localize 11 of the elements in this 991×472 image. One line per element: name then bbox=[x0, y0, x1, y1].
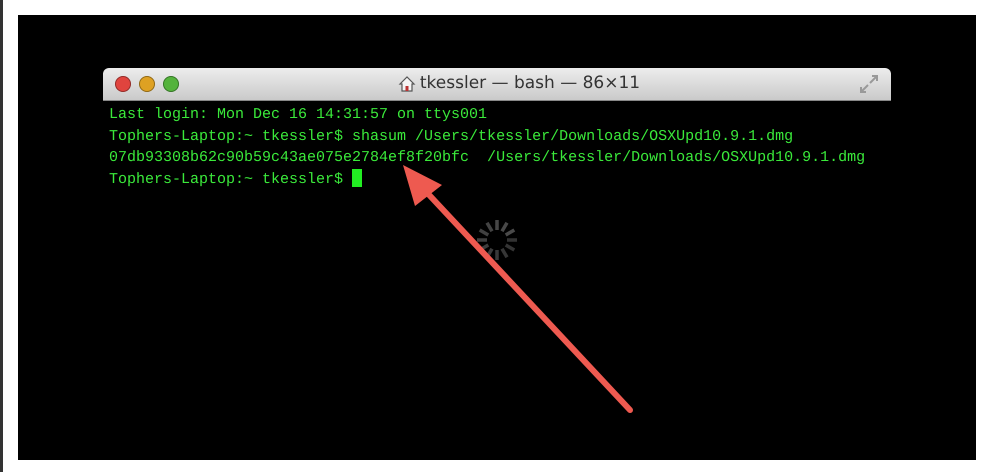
terminal-line: Tophers-Laptop:~ tkessler$ bbox=[109, 170, 344, 188]
close-button[interactable] bbox=[115, 76, 131, 92]
terminal-line: 07db93308b62c90b59c43ae075e2784ef8f20bfc /Users/tkessler/Downloads/OSXUpd10.9.1.dmg bbox=[109, 149, 866, 166]
loading-spinner-icon bbox=[477, 220, 517, 260]
minimize-button[interactable] bbox=[139, 76, 155, 92]
terminal-line: Last login: Mon Dec 16 14:31:57 on ttys001 bbox=[109, 106, 488, 123]
zoom-button[interactable] bbox=[163, 76, 179, 92]
fullscreen-icon[interactable] bbox=[859, 74, 879, 94]
terminal-line: Tophers-Laptop:~ tkessler$ shasum /Users/tkessler/Downloads/OSXUpd10.9.1.dmg bbox=[109, 128, 794, 144]
window-title: tkessler — bash — 86×11 bbox=[420, 72, 640, 96]
home-icon bbox=[398, 75, 416, 93]
